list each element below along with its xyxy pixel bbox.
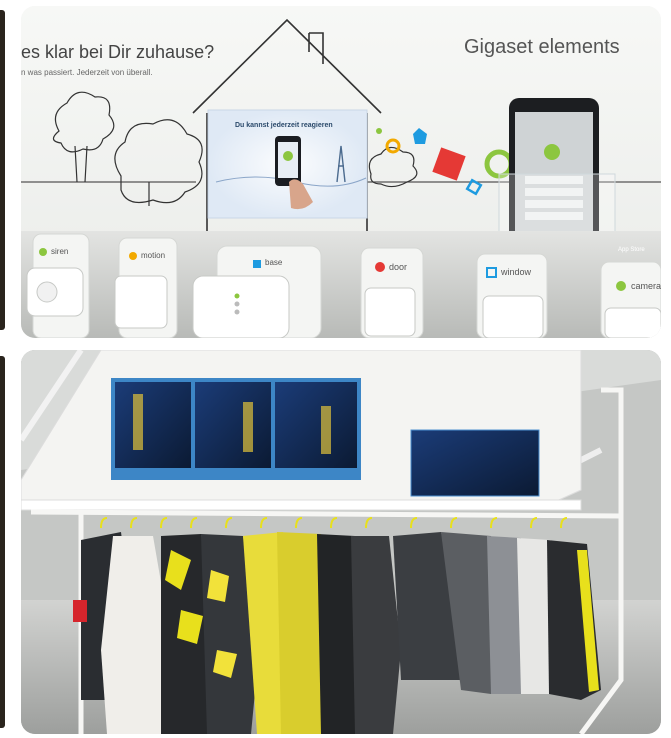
display-subline: n was passiert. Jederzeit von überall.	[21, 68, 153, 77]
motion-label-dot	[129, 252, 137, 260]
sensor-label-siren: siren	[51, 247, 69, 256]
sportswear-rack-photo	[21, 350, 661, 734]
sensor-label-motion: motion	[141, 251, 166, 260]
screen-caption: Du kannst jederzeit reagieren	[235, 122, 333, 129]
camera-label-dot	[616, 281, 626, 291]
sensor-label-base: base	[265, 258, 283, 267]
door-label-dot	[375, 262, 385, 272]
price-tag	[73, 600, 87, 622]
base-label-icon	[253, 260, 261, 268]
gigaset-elements-logo: Gigaset elements	[464, 36, 620, 58]
app-store-badge-label: App Store	[618, 247, 645, 253]
sensor-label-door: door	[389, 262, 408, 272]
siren-label-dot	[39, 248, 47, 256]
sensor-label-camera: camera	[631, 281, 661, 291]
left-edge-strip-bottom	[0, 356, 5, 728]
sensor-label-window: window	[501, 267, 532, 277]
left-edge-strip-top	[0, 10, 5, 330]
display-headline: es klar bei Dir zuhause?	[21, 42, 215, 62]
gigaset-elements-display-photo: es klar bei Dir zuhause? n was passiert.…	[21, 6, 661, 338]
clothing-rack-scene	[21, 350, 661, 734]
